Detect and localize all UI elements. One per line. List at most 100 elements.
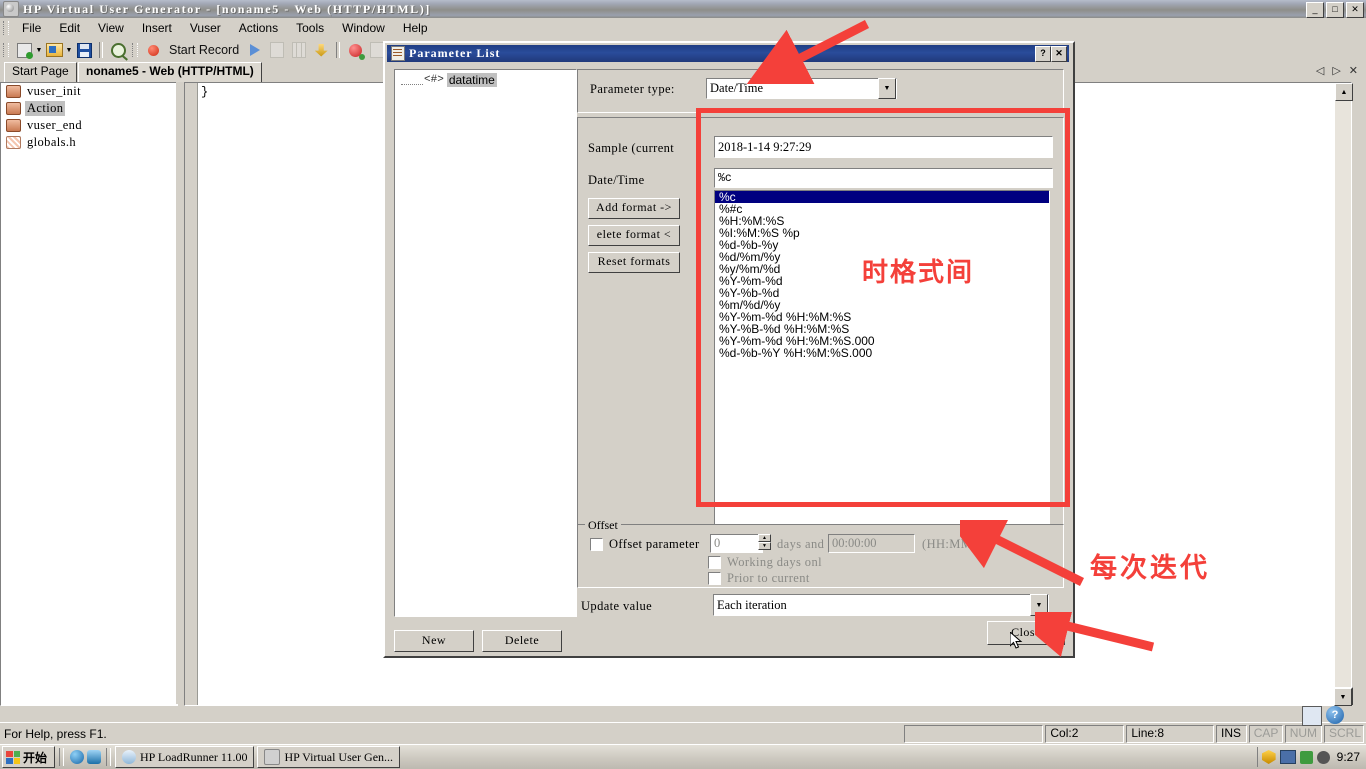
tab-prev-icon[interactable]: ◁ — [1316, 64, 1324, 77]
stepper-up-icon[interactable]: ▲ — [758, 534, 771, 542]
toolbar-gripper-2[interactable] — [132, 43, 138, 57]
editor-scroll-down-extra-icon[interactable]: ▼ — [1334, 688, 1352, 706]
editor-vertical-scrollbar[interactable]: ▲ ▼ — [1335, 83, 1353, 705]
offset-parameter-label: Offset parameter — [609, 537, 700, 551]
delete-parameter-button[interactable]: Delete — [482, 630, 562, 652]
offset-time-input[interactable]: 00:00:00 — [828, 534, 915, 553]
menu-edit[interactable]: Edit — [50, 19, 89, 37]
tree-item-vuser-init[interactable]: vuser_init — [1, 83, 177, 100]
action-icon — [6, 119, 21, 132]
record-icon[interactable] — [143, 40, 163, 60]
status-num: NUM — [1284, 725, 1323, 743]
parameter-tree-item-datatime[interactable]: <#> datatime — [395, 72, 576, 88]
main-titlebar: HP Virtual User Generator - [noname5 - W… — [0, 0, 1366, 18]
start-button-label: 开始 — [23, 750, 48, 765]
panel-splitter[interactable] — [176, 82, 184, 704]
close-button[interactable]: ✕ — [1346, 2, 1364, 18]
mouse-cursor — [1010, 632, 1023, 649]
maximize-button[interactable]: □ — [1326, 2, 1344, 18]
snapshot-icon[interactable] — [1302, 706, 1322, 726]
runtime-settings-icon[interactable] — [345, 40, 365, 60]
show-desktop-icon[interactable] — [85, 749, 102, 766]
status-cap: CAP — [1248, 725, 1283, 743]
bug-icon[interactable] — [1316, 750, 1330, 764]
menu-actions[interactable]: Actions — [230, 19, 287, 37]
help-icon[interactable]: ? — [1326, 706, 1344, 724]
offset-days-input[interactable]: 0 — [710, 534, 763, 553]
system-tray: 9:27 — [1256, 747, 1364, 767]
save-icon[interactable] — [74, 40, 94, 60]
taskbar-item-label: HP Virtual User Gen... — [284, 749, 394, 764]
start-button[interactable]: 开始 — [2, 746, 56, 768]
menu-gripper[interactable] — [3, 21, 9, 35]
menu-view[interactable]: View — [89, 19, 133, 37]
offset-days-value: 0 — [714, 536, 721, 550]
prior-to-current-checkbox[interactable] — [708, 572, 721, 585]
menu-window[interactable]: Window — [333, 19, 394, 37]
add-format-button[interactable]: Add format -> — [588, 198, 680, 219]
offset-days-stepper[interactable]: ▲ ▼ — [758, 534, 771, 550]
status-help-text: For Help, press F1. — [4, 727, 107, 741]
reset-formats-button[interactable]: Reset formats — [588, 252, 680, 273]
status-col: Col:2 — [1045, 725, 1125, 743]
tree-item-vuser-end[interactable]: vuser_end — [1, 117, 177, 134]
dialog-help-button[interactable]: ? — [1035, 46, 1051, 62]
tab-start-page[interactable]: Start Page — [4, 62, 77, 82]
sync-icon[interactable] — [1299, 750, 1313, 764]
stepper-down-icon[interactable]: ▼ — [758, 542, 771, 550]
datetime-label: Date/Time — [588, 173, 645, 187]
taskbar-item-vugen[interactable]: HP Virtual User Gen... — [257, 746, 401, 768]
delete-format-button[interactable]: elete format < — [588, 225, 680, 246]
action-icon — [6, 85, 21, 98]
menu-help[interactable]: Help — [394, 19, 437, 37]
menu-file[interactable]: File — [13, 19, 50, 37]
editor-gutter — [185, 83, 198, 705]
script-tree-panel[interactable]: vuser_init Action vuser_end globals.h — [0, 82, 178, 706]
new-script-dropdown-icon[interactable]: ▼ — [35, 40, 43, 60]
parameter-marker-icon: <#> — [424, 74, 444, 86]
toolbar-separator-2 — [336, 42, 341, 58]
app-icon — [3, 1, 19, 17]
run-icon[interactable] — [245, 40, 265, 60]
menu-vuser[interactable]: Vuser — [181, 19, 230, 37]
editor-code-text: } — [201, 85, 209, 99]
open-folder-icon[interactable] — [44, 40, 64, 60]
annotation-arrow-parameter-type — [745, 19, 870, 84]
toolbar-gripper-1[interactable] — [3, 43, 9, 57]
internet-explorer-icon[interactable] — [68, 749, 85, 766]
parameter-tree[interactable]: <#> datatime — [394, 69, 577, 617]
chevron-down-icon[interactable]: ▼ — [878, 78, 896, 99]
offset-parameter-checkbox[interactable] — [590, 538, 603, 551]
tab-close-icon[interactable]: ✕ — [1349, 64, 1358, 77]
new-parameter-button[interactable]: New — [394, 630, 474, 652]
download-icon[interactable] — [311, 40, 331, 60]
new-script-icon[interactable] — [14, 40, 34, 60]
network-warning-icon[interactable] — [1279, 750, 1296, 764]
tree-item-label: Action — [25, 101, 66, 116]
working-days-checkbox[interactable] — [708, 556, 721, 569]
app-title: HP Virtual User Generator - [noname5 - W… — [23, 1, 431, 16]
taskbar-item-loadrunner[interactable]: HP LoadRunner 11.00 — [115, 746, 255, 768]
find-icon[interactable] — [108, 40, 128, 60]
taskbar: 开始 HP LoadRunner 11.00 HP Virtual User G… — [0, 744, 1366, 769]
taskbar-separator-1 — [59, 748, 65, 766]
scroll-up-icon[interactable]: ▲ — [1335, 83, 1353, 101]
open-dropdown-icon[interactable]: ▼ — [65, 40, 73, 60]
shield-icon[interactable] — [1261, 750, 1276, 764]
status-field-blank — [904, 725, 1044, 743]
sample-label: Sample (current — [588, 141, 675, 155]
tab-nav-controls: ◁ ▷ ✕ — [1316, 64, 1358, 77]
vugen-icon — [264, 749, 281, 765]
tree-item-globals-h[interactable]: globals.h — [1, 134, 177, 151]
tab-noname5[interactable]: noname5 - Web (HTTP/HTML) — [78, 62, 262, 82]
update-value-label: Update value — [581, 599, 653, 613]
start-record-button[interactable]: Start Record — [164, 43, 244, 57]
tree-item-label: vuser_end — [27, 118, 82, 132]
tab-next-icon[interactable]: ▷ — [1332, 64, 1340, 77]
dialog-close-button[interactable]: ✕ — [1051, 46, 1067, 62]
tree-item-action[interactable]: Action — [1, 100, 177, 117]
menu-insert[interactable]: Insert — [133, 19, 181, 37]
minimize-button[interactable]: _ — [1306, 2, 1324, 18]
parameter-type-label: Parameter type: — [590, 82, 675, 96]
menu-tools[interactable]: Tools — [287, 19, 333, 37]
